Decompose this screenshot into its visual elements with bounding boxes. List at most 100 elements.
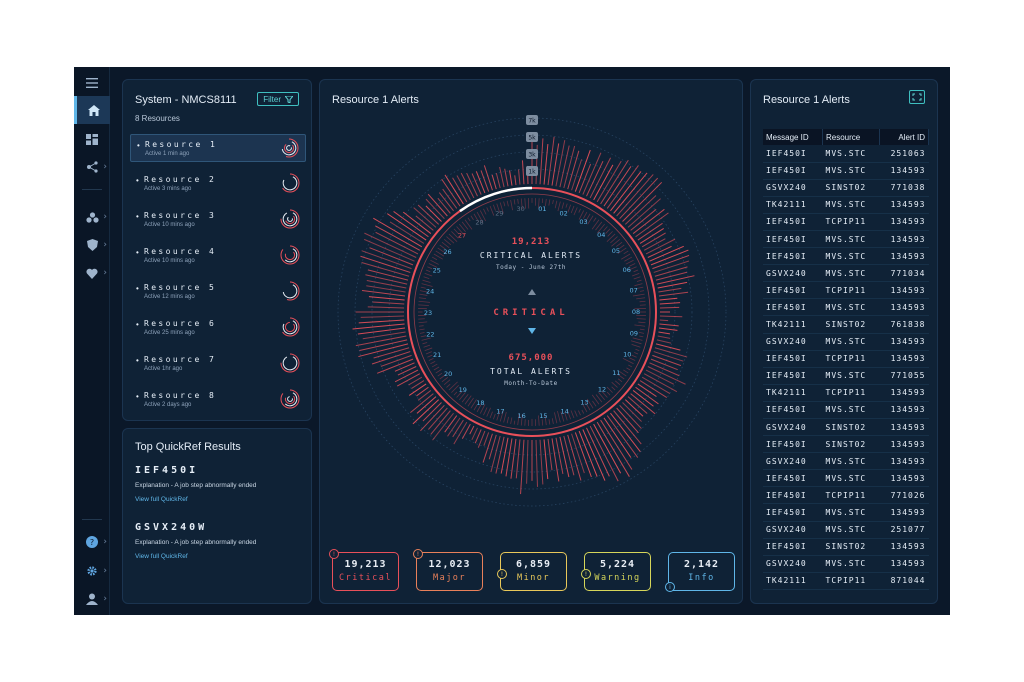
- table-row[interactable]: IEF450I TCPIP11 134593: [763, 213, 929, 231]
- alert-bar: [630, 393, 656, 415]
- expand-icon[interactable]: [909, 90, 925, 104]
- inner-bar: [636, 318, 646, 320]
- inner-bar: [453, 391, 458, 396]
- inner-bar: [639, 328, 645, 331]
- quickref-link[interactable]: View full QuickRef: [135, 496, 188, 503]
- table-cell: IEF450I: [763, 367, 823, 385]
- table-cell: MVS.STC: [822, 555, 879, 573]
- day-label: 14: [560, 407, 568, 415]
- day-label: 17: [496, 408, 504, 416]
- column-header[interactable]: Alert ID: [879, 129, 929, 145]
- resource-item[interactable]: • Resource 4 Active 10 mins ago: [130, 242, 306, 270]
- help-icon[interactable]: ? ›: [74, 528, 110, 556]
- table-row[interactable]: IEF450I TCPIP11 134593: [763, 281, 929, 300]
- severity-minor-card[interactable]: 6,859 Minor !: [497, 552, 567, 591]
- table-row[interactable]: IEF450I MVS.STC 251063: [763, 145, 929, 163]
- filter-button[interactable]: Filter: [257, 92, 299, 106]
- alert-bar: [420, 404, 445, 432]
- resource-item[interactable]: • Resource 5 Active 12 mins ago: [130, 278, 306, 306]
- resource-item[interactable]: • Resource 7 Active 1hr ago: [130, 350, 306, 378]
- inner-bar: [486, 207, 489, 212]
- table-row[interactable]: GSVX240 MVS.STC 251077: [763, 521, 929, 539]
- inner-bar: [524, 198, 526, 209]
- table-row[interactable]: GSVX240 MVS.STC 134593: [763, 452, 929, 471]
- resource-item[interactable]: • Resource 8 Active 2 days ago: [130, 386, 306, 414]
- network-icon[interactable]: ›: [74, 153, 110, 181]
- table-row[interactable]: IEF450I TCPIP11 771026: [763, 486, 929, 505]
- table-cell: TCPIP11: [822, 384, 879, 402]
- alert-bar: [491, 174, 497, 190]
- table-cell: IEF450I: [763, 469, 823, 488]
- column-header[interactable]: Resource: [822, 129, 880, 145]
- inner-bar: [591, 394, 600, 405]
- table-row[interactable]: IEF450I MVS.STC 134593: [763, 230, 929, 249]
- home-icon[interactable]: [74, 96, 110, 124]
- inner-bar: [483, 208, 487, 215]
- alert-bar: [582, 152, 602, 195]
- column-header[interactable]: Message ID: [763, 129, 823, 145]
- critical-icon: !: [329, 549, 339, 559]
- resource-name: Resource 4: [144, 247, 217, 256]
- alert-bar: [627, 198, 661, 228]
- table-row[interactable]: IEF450I MVS.STC 134593: [763, 162, 929, 180]
- quickref-panel: Top QuickRef Results IEF450I Explanation…: [122, 428, 312, 604]
- table-row[interactable]: TK42111 SINST02 761838: [763, 315, 929, 334]
- table-row[interactable]: IEF450I SINST02 134593: [763, 435, 929, 454]
- inner-bar: [554, 412, 558, 424]
- status-word: CRITICAL: [493, 308, 569, 318]
- resource-item[interactable]: • Resource 1 Active 1 min ago: [130, 134, 306, 162]
- shield-icon[interactable]: ›: [74, 231, 110, 259]
- table-cell: TCPIP11: [822, 486, 879, 505]
- table-row[interactable]: IEF450I MVS.STC 134593: [763, 469, 929, 488]
- severity-major-card[interactable]: 12,023 Major !: [413, 549, 483, 591]
- gear-icon[interactable]: ›: [74, 557, 110, 585]
- table-row[interactable]: IEF450I MVS.STC 134593: [763, 247, 929, 266]
- table-row[interactable]: GSVX240 MVS.STC 134593: [763, 333, 929, 351]
- cluster-icon[interactable]: ›: [74, 203, 110, 231]
- severity-count: 19,213: [344, 559, 387, 570]
- table-row[interactable]: TK42111 TCPIP11 134593: [763, 384, 929, 402]
- hamburger-icon[interactable]: [74, 69, 110, 97]
- table-row[interactable]: IEF450I MVS.STC 134593: [763, 401, 929, 420]
- severity-critical-card[interactable]: 19,213 Critical !: [329, 549, 399, 591]
- dashboard-icon[interactable]: [74, 125, 110, 153]
- quickref-link[interactable]: View full QuickRef: [135, 553, 188, 560]
- inner-bar: [464, 219, 473, 230]
- resource-item[interactable]: • Resource 2 Active 3 mins ago: [130, 170, 306, 198]
- inner-bar: [489, 205, 495, 216]
- table-row[interactable]: GSVX240 SINST02 134593: [763, 418, 929, 437]
- table-row[interactable]: IEF450I MVS.STC 134593: [763, 503, 929, 522]
- table-row[interactable]: IEF450I MVS.STC 771055: [763, 367, 929, 385]
- table-row[interactable]: IEF450I SINST02 134593: [763, 538, 929, 556]
- alerts-table: Message ID Resource Alert ID IEF450I MVS.ST…: [763, 129, 929, 590]
- table-row[interactable]: GSVX240 MVS.STC 771034: [763, 264, 929, 283]
- table-row[interactable]: GSVX240 MVS.STC 134593: [763, 555, 929, 573]
- total-period: Month-To-Date: [504, 380, 558, 387]
- table-cell: TCPIP11: [822, 350, 879, 368]
- bullet: •: [136, 320, 139, 329]
- severity-warning-card[interactable]: 5,224 Warning !: [581, 552, 651, 591]
- alert-bar: [559, 436, 570, 478]
- severity-info-card[interactable]: 2,142 Info i: [665, 552, 735, 592]
- alert-bar: [447, 417, 461, 437]
- resource-item[interactable]: • Resource 3 Active 10 mins ago: [130, 206, 306, 234]
- table-row[interactable]: IEF450I MVS.STC 134593: [763, 298, 929, 317]
- severity-label: Critical: [339, 573, 392, 583]
- alert-bar: [603, 417, 632, 458]
- table-cell: 771034: [879, 264, 929, 283]
- inner-bar: [570, 410, 575, 419]
- day-label: 15: [539, 412, 547, 420]
- table-row[interactable]: IEF450I TCPIP11 134593: [763, 350, 929, 368]
- heart-icon[interactable]: ›: [74, 259, 110, 287]
- filter-label: Filter: [263, 94, 281, 104]
- bullet: •: [136, 212, 139, 221]
- alert-bar: [495, 172, 501, 189]
- user-icon[interactable]: ›: [74, 585, 110, 613]
- table-row[interactable]: TK42111 MVS.STC 134593: [763, 196, 929, 214]
- resource-item[interactable]: • Resource 6 Active 25 mins ago: [130, 314, 306, 342]
- table-row[interactable]: GSVX240 SINST02 771038: [763, 179, 929, 197]
- table-cell: MVS.STC: [822, 230, 879, 249]
- inner-bar: [423, 276, 430, 280]
- alert-bar: [475, 171, 486, 194]
- table-row[interactable]: TK42111 TCPIP11 871044: [763, 572, 929, 590]
